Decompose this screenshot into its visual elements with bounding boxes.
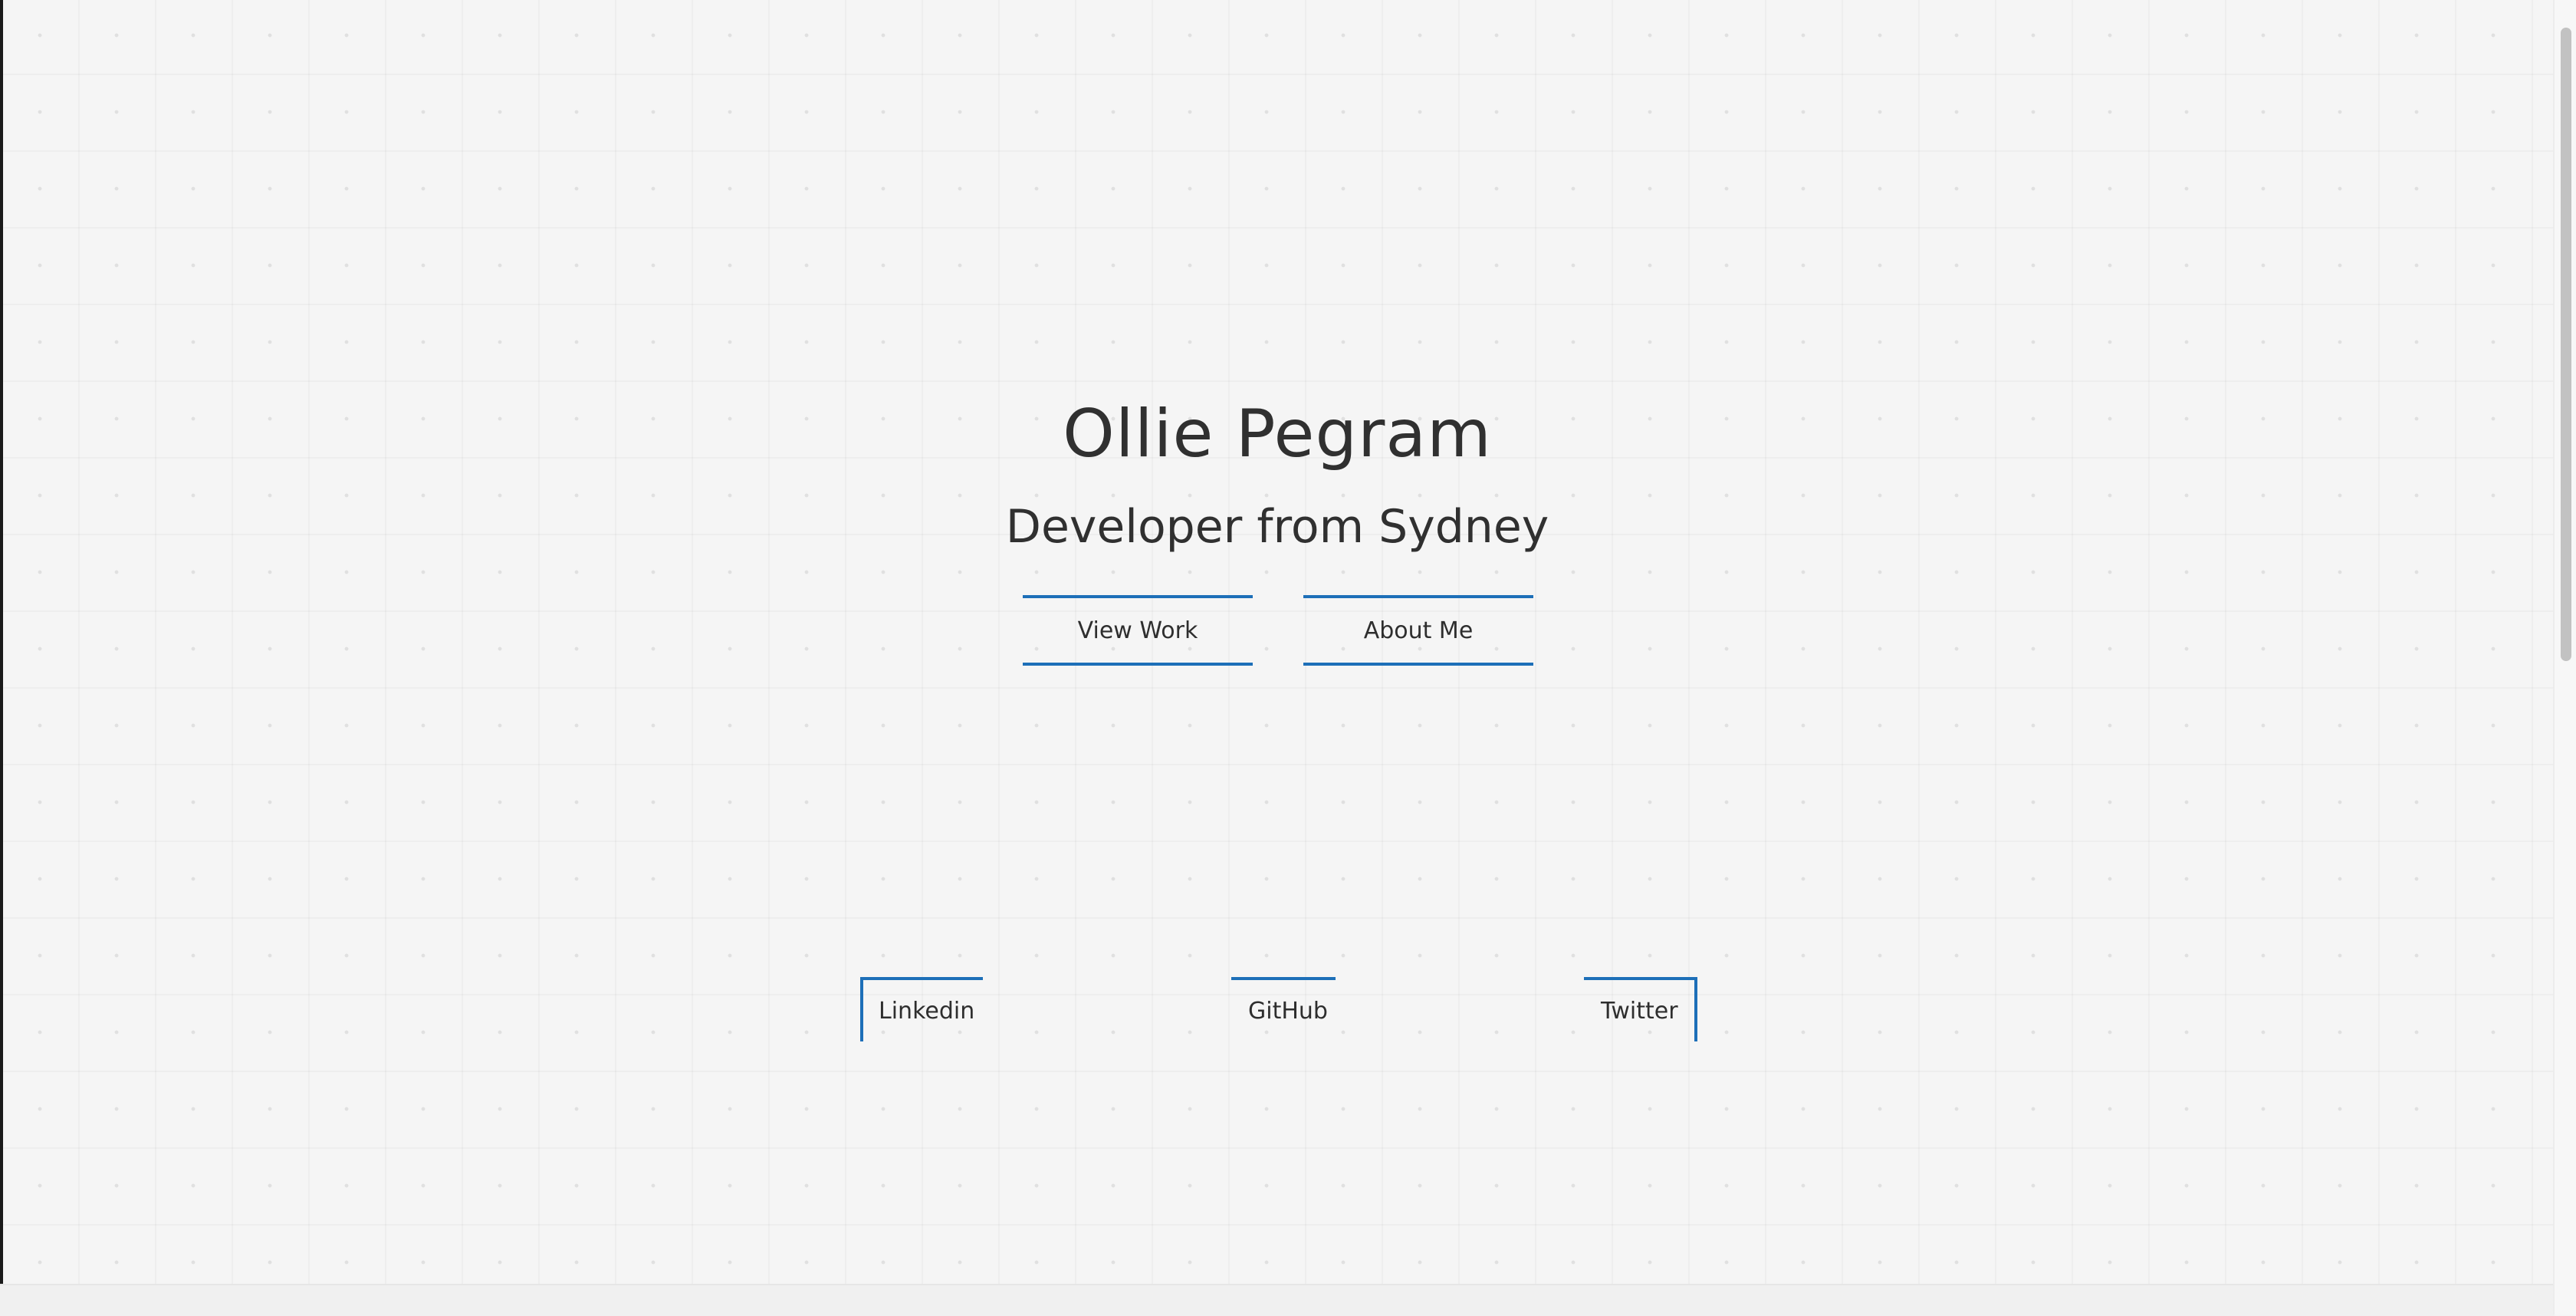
page-subtitle: Developer from Sydney: [1005, 500, 1549, 554]
github-link[interactable]: GitHub: [1231, 977, 1336, 1041]
page-footer-band: [0, 1284, 2555, 1316]
view-work-button[interactable]: View Work: [1023, 595, 1253, 666]
page-background: Ollie Pegram Developer from Sydney View …: [0, 0, 2576, 1316]
vertical-scrollbar[interactable]: [2553, 0, 2576, 1314]
window-edge: [0, 0, 3, 1314]
linkedin-link[interactable]: Linkedin: [860, 977, 983, 1041]
scrollbar-thumb[interactable]: [2561, 28, 2571, 661]
about-me-button[interactable]: About Me: [1303, 595, 1533, 666]
page-title: Ollie Pegram: [1063, 396, 1492, 472]
twitter-link[interactable]: Twitter: [1584, 977, 1697, 1041]
